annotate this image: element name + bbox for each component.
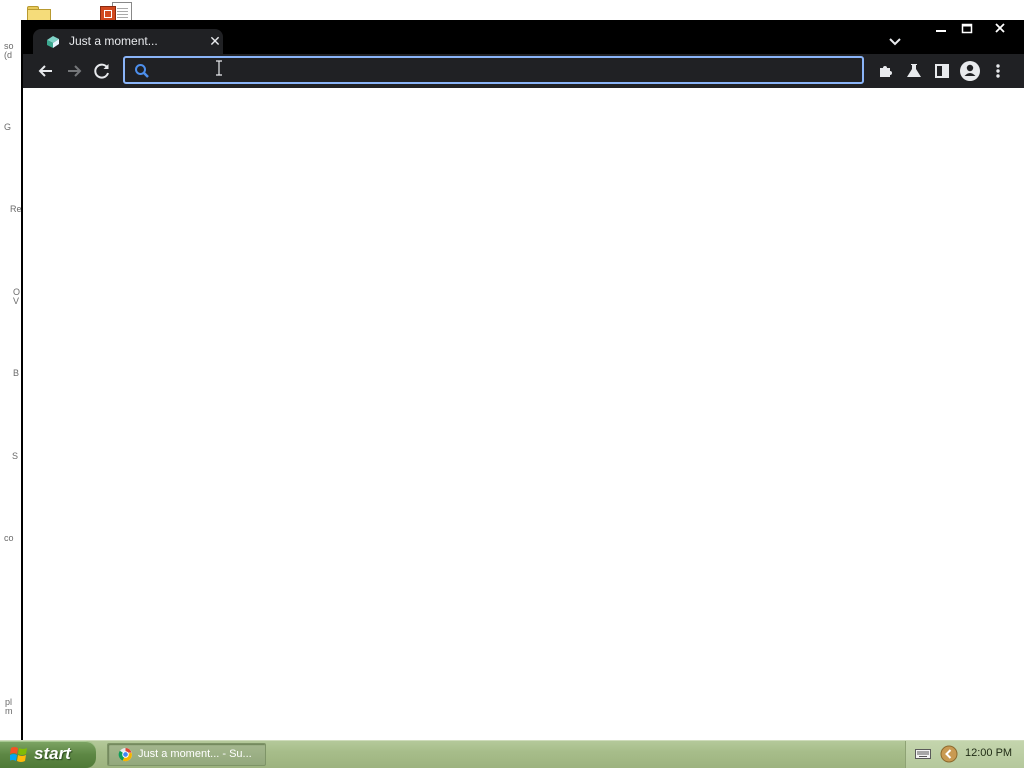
loading-favicon-icon [47, 36, 59, 48]
profile-icon[interactable] [957, 58, 983, 84]
side-panel-icon[interactable] [929, 58, 955, 84]
address-input[interactable] [155, 58, 859, 84]
keyboard-icon[interactable] [915, 748, 931, 760]
page-content[interactable] [23, 88, 1024, 740]
browser-app-icon [118, 747, 133, 762]
browser-window: Just a moment... ✕ [21, 20, 1024, 740]
start-label: start [34, 744, 71, 763]
system-tray: 12:00 PM [905, 741, 1024, 768]
powerpoint-document-icon[interactable] [100, 2, 134, 22]
chevron-left-icon[interactable] [940, 745, 958, 763]
desktop-icon-label[interactable]: G [4, 123, 22, 132]
taskbar-item-browser[interactable]: Just a moment... - Su... [107, 743, 266, 766]
browser-toolbar [23, 54, 1024, 88]
clock: 12:00 PM [965, 747, 1013, 759]
title-bar[interactable]: Just a moment... ✕ [23, 20, 1024, 54]
text-cursor-icon [216, 60, 222, 76]
maximize-button[interactable] [954, 20, 980, 38]
search-icon [135, 64, 149, 78]
folder-icon[interactable] [27, 6, 51, 22]
taskbar: start Just a moment... - Su... 12:00 PM [0, 740, 1024, 768]
minimize-icon [936, 30, 946, 32]
desktop-icon-label[interactable]: co [4, 534, 22, 543]
kebab-menu-icon[interactable] [985, 58, 1011, 84]
tab-title: Just a moment... [69, 34, 158, 48]
address-bar[interactable] [123, 56, 864, 84]
back-arrow-icon[interactable] [33, 58, 59, 84]
close-window-button[interactable] [983, 20, 1019, 38]
maximize-icon [961, 23, 973, 34]
browser-tab[interactable]: Just a moment... ✕ [33, 29, 223, 54]
taskbar-item-label: Just a moment... - Su... [138, 748, 252, 760]
tab-close-icon[interactable]: ✕ [207, 33, 223, 49]
puzzle-icon[interactable] [873, 58, 899, 84]
windows-logo-icon [10, 747, 27, 762]
desktop-icon-label[interactable]: so (d [4, 42, 22, 60]
flask-icon[interactable] [901, 58, 927, 84]
start-button[interactable]: start [0, 741, 96, 768]
chevron-down-icon[interactable] [887, 33, 903, 49]
reload-icon[interactable] [89, 58, 115, 84]
minimize-button[interactable] [928, 20, 954, 38]
forward-arrow-icon[interactable] [61, 58, 87, 84]
close-icon [995, 23, 1005, 33]
